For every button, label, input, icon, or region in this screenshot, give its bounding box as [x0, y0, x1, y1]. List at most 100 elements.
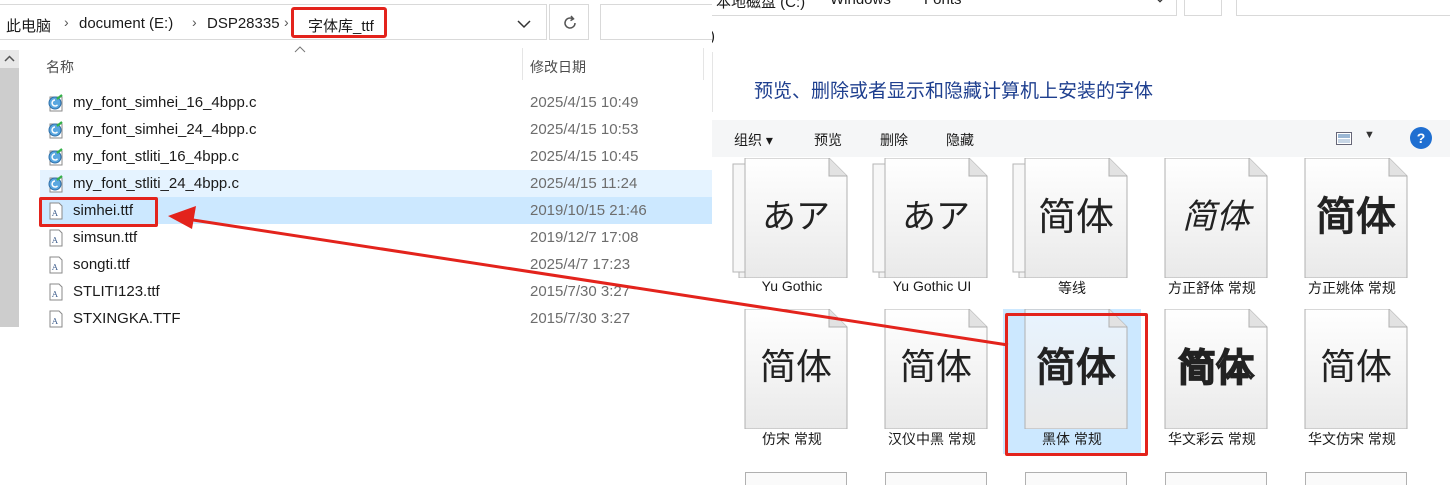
file-row[interactable]: my_font_stliti_24_4bpp.c 2025/4/15 11:24 — [40, 170, 712, 197]
font-tile-partial[interactable] — [885, 472, 987, 485]
page-title: 预览、删除或者显示和隐藏计算机上安装的字体 — [754, 81, 1154, 102]
column-divider[interactable] — [703, 48, 704, 80]
column-header: 名称 修改日期 — [20, 46, 712, 80]
font-tile-label: 等线 — [1058, 280, 1086, 296]
address-bar[interactable]: 此电脑 › document (E:) › DSP28335 › 字体库_ttf — [0, 4, 547, 40]
file-name: my_font_simhei_16_4bpp.c — [73, 94, 257, 111]
preview-button[interactable]: 预览 — [814, 130, 842, 150]
font-tile-partial[interactable] — [1305, 472, 1407, 485]
file-name: my_font_stliti_16_4bpp.c — [73, 148, 239, 165]
file-name: my_font_stliti_24_4bpp.c — [73, 175, 239, 192]
file-name: STXINGKA.TTF — [73, 310, 181, 327]
organize-button[interactable]: 组织 ▾ — [734, 130, 773, 150]
file-modified-date: 2025/4/15 10:53 — [530, 121, 639, 138]
refresh-button[interactable] — [549, 4, 589, 40]
breadcrumb-this-pc[interactable]: 此电脑 — [6, 15, 51, 36]
view-options-dropdown-icon[interactable]: ▼ — [1364, 129, 1375, 141]
file-row[interactable]: A STXINGKA.TTF 2015/7/30 3:27 — [40, 305, 712, 332]
font-tile[interactable]: 简体 仿宋 常规 — [723, 309, 861, 454]
hide-button[interactable]: 隐藏 — [946, 130, 974, 150]
file-name: my_font_simhei_24_4bpp.c — [73, 121, 257, 138]
file-row[interactable]: my_font_simhei_24_4bpp.c 2025/4/15 10:53 — [40, 116, 712, 143]
font-preview-glyph: 简体 — [1316, 194, 1396, 240]
refresh-icon — [564, 15, 576, 29]
file-modified-date: 2025/4/15 11:24 — [530, 175, 638, 192]
file-name: simsun.ttf — [73, 229, 138, 246]
chevron-right-icon[interactable]: › — [910, 0, 914, 4]
view-options-icon[interactable] — [1336, 132, 1352, 145]
column-date[interactable]: 修改日期 — [530, 57, 586, 77]
truncated-label: ) — [712, 28, 715, 45]
help-button[interactable]: ? — [1410, 127, 1432, 149]
file-row[interactable]: A STLITI123.ttf 2015/7/30 3:27 — [40, 278, 712, 305]
c-source-file-icon — [47, 148, 65, 166]
file-modified-date: 2015/7/30 3:27 — [530, 283, 631, 300]
font-tile-label: 仿宋 常规 — [762, 431, 822, 447]
font-tile-partial[interactable] — [1165, 472, 1267, 485]
delete-button[interactable]: 删除 — [880, 130, 908, 150]
file-modified-date: 2025/4/15 10:45 — [530, 148, 639, 165]
file-row[interactable]: Asimsun.ttf 2019/12/7 17:08 — [40, 224, 712, 251]
scroll-up-button[interactable] — [0, 50, 19, 68]
file-modified-date: 2019/10/15 21:46 — [530, 202, 647, 219]
font-tile-partial[interactable] — [745, 472, 847, 485]
c-source-file-icon — [47, 175, 65, 193]
fonts-refresh-button[interactable] — [1184, 0, 1222, 16]
font-tile[interactable]: 简体 汉仪中黑 常规 — [863, 309, 1001, 454]
breadcrumb-local-disk[interactable]: 本地磁盘 (C:) — [716, 0, 805, 12]
breadcrumb-folder[interactable]: DSP28335 — [207, 15, 280, 32]
font-preview-glyph: 简体 — [1037, 195, 1114, 239]
chevron-right-icon[interactable]: › — [816, 0, 820, 4]
font-tile[interactable]: 简体 方正姚体 常规 — [1283, 158, 1421, 303]
font-preview-glyph: あア — [902, 197, 970, 237]
font-preview-glyph: 简体 — [759, 347, 832, 388]
font-file-icon: A — [47, 229, 65, 247]
fonts-address-bar[interactable]: 本地磁盘 (C:) › Windows › Fonts — [712, 0, 1177, 16]
svg-text:A: A — [51, 290, 58, 299]
file-selection-highlight — [39, 197, 158, 227]
file-row[interactable]: Asongti.ttf 2025/4/7 17:23 — [40, 251, 712, 278]
font-tile[interactable]: 简体 方正舒体 常规 — [1143, 158, 1281, 303]
file-row[interactable]: my_font_simhei_16_4bpp.c 2025/4/15 10:49 — [40, 89, 712, 116]
file-name: songti.ttf — [73, 256, 130, 273]
c-source-file-icon — [47, 94, 65, 112]
fonts-search-input[interactable] — [1236, 0, 1450, 16]
breadcrumb-windows[interactable]: Windows — [830, 0, 891, 8]
font-selection-highlight — [1005, 313, 1148, 456]
vertical-scrollbar[interactable] — [0, 50, 19, 327]
chevron-right-icon[interactable]: › — [192, 14, 197, 30]
chevron-right-icon[interactable]: › — [284, 14, 289, 30]
font-tile[interactable]: 简体华文仿宋 常规 — [1283, 309, 1421, 454]
file-name: STLITI123.ttf — [73, 283, 160, 300]
font-tile[interactable]: 简体等线 — [1003, 158, 1141, 303]
file-modified-date: 2015/7/30 3:27 — [530, 310, 631, 327]
file-modified-date: 2025/4/7 17:23 — [530, 256, 631, 273]
chevron-right-icon[interactable]: › — [64, 14, 69, 30]
font-tile-partial[interactable] — [1025, 472, 1127, 485]
breadcrumb-current-highlight[interactable]: 字体库_ttf — [291, 7, 387, 38]
font-tile[interactable]: あア Yu Gothic UI — [863, 158, 1001, 303]
chevron-down-icon[interactable] — [515, 15, 533, 33]
file-row[interactable]: my_font_stliti_16_4bpp.c 2025/4/15 10:45 — [40, 143, 712, 170]
breadcrumb-fonts[interactable]: Fonts — [924, 0, 962, 8]
font-tile-label: Yu Gothic — [761, 278, 823, 294]
pane-divider — [712, 52, 713, 112]
font-file-icon: A — [47, 283, 65, 301]
file-explorer-window: 此电脑 › document (E:) › DSP28335 › 字体库_ttf… — [0, 0, 712, 485]
search-input[interactable] — [600, 4, 712, 40]
font-tile[interactable]: あア Yu Gothic — [723, 158, 861, 303]
c-source-file-icon — [47, 121, 65, 139]
column-name[interactable]: 名称 — [46, 57, 74, 77]
chevron-down-icon[interactable] — [1152, 0, 1168, 7]
breadcrumb-drive[interactable]: document (E:) — [79, 15, 173, 32]
fonts-toolbar: 组织 ▾ 预览 删除 隐藏 ▼ ? — [712, 120, 1450, 157]
column-divider[interactable] — [522, 48, 523, 80]
chevron-up-icon — [4, 55, 15, 62]
font-tile-label: Yu Gothic UI — [892, 278, 972, 294]
font-tile[interactable]: 简体 华文彩云 常规 — [1143, 309, 1281, 454]
font-preview-glyph: 简体 — [1177, 345, 1255, 391]
breadcrumb-current[interactable]: 字体库_ttf — [308, 15, 374, 36]
font-preview-glyph: 简体 — [1319, 347, 1392, 388]
font-preview-glyph: 简体 — [1182, 197, 1250, 237]
font-tile-label: 华文仿宋 常规 — [1308, 431, 1396, 447]
